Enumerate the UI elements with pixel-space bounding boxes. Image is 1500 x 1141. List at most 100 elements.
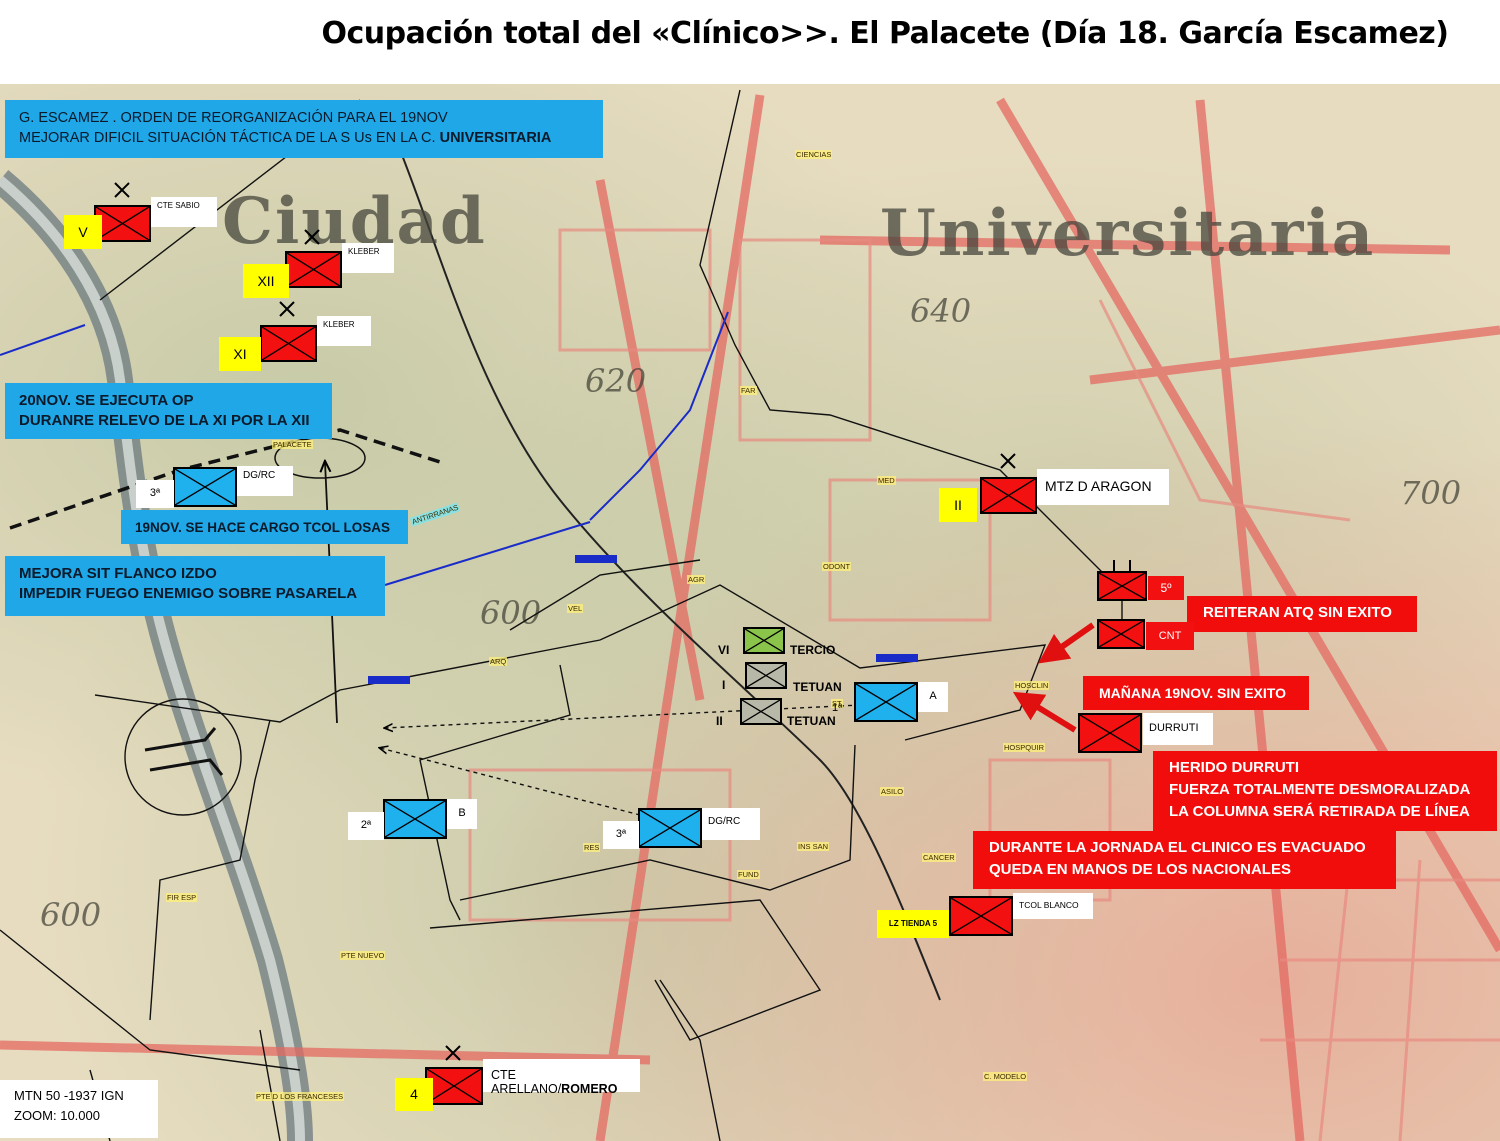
note-line: 20NOV. SE EJECUTA OP	[19, 392, 194, 409]
cross-icon	[96, 207, 149, 240]
unit-a-number: 1ª	[832, 702, 843, 714]
unit-b-number: 2ª	[348, 812, 384, 840]
cross-icon	[951, 898, 1011, 934]
cross-icon	[742, 700, 780, 723]
unit-b-label: B	[447, 799, 477, 829]
note-flanco: MEJORA SIT FLANCO IZDO IMPEDIR FUEGO ENE…	[5, 556, 385, 616]
unit-cte-arellano-label: CTE ARELLANO/ROMERO	[483, 1059, 640, 1096]
unit-kleber-xi-symbol	[260, 325, 317, 362]
note-line: G. ESCAMEZ . ORDEN DE REORGANIZACIÓN PAR…	[19, 110, 448, 126]
unit-dgrc-bottom-number: 3ª	[603, 821, 639, 849]
unit-mtz-aragon-symbol	[980, 477, 1037, 514]
unit-dgrc-top-label: DG/RC	[237, 466, 293, 496]
unit-mtz-aragon-label: MTZ D ARAGON	[1037, 469, 1169, 505]
map-label-odont: ODONT	[822, 562, 852, 571]
unit-tetuan-ii-number: II	[716, 714, 723, 728]
cross-icon	[982, 479, 1035, 512]
map-label-far: FAR	[740, 386, 757, 395]
unit-kleber-xii-number: XII	[243, 264, 289, 298]
map-label-fir-esp: FIR ESP	[166, 893, 198, 902]
map-source-footer: MTN 50 -1937 IGN ZOOM: 10.000	[0, 1080, 158, 1138]
map-label-asilo: ASILO	[880, 787, 905, 796]
unit-kleber-xii-label: KLEBER	[342, 243, 394, 273]
unit-label-bold: ROMERO	[561, 1082, 618, 1096]
note-line: IMPEDIR FUEGO ENEMIGO SOBRE PASARELA	[19, 585, 358, 602]
map-label-hosclin: HOSCLIN	[1014, 681, 1050, 690]
unit-5-symbol	[1097, 571, 1147, 601]
cross-icon	[1080, 715, 1140, 751]
unit-durruti-label: DURRUTI	[1143, 713, 1213, 745]
unit-tetuan-i-symbol	[745, 662, 787, 689]
cross-icon	[385, 801, 445, 837]
unit-tcol-blanco-number: LZ TIENDA 5	[877, 910, 949, 938]
cross-icon	[1099, 573, 1145, 599]
note-reorganization-order: G. ESCAMEZ . ORDEN DE REORGANIZACIÓN PAR…	[5, 100, 603, 158]
map-label-ciencias: CIENCIAS	[795, 150, 833, 159]
note-op-execution: 20NOV. SE EJECUTA OP DURANRE RELEVO DE L…	[5, 383, 332, 439]
unit-tetuan-i-label: TETUAN	[793, 680, 842, 694]
unit-cte-sabio-symbol	[94, 205, 151, 242]
map-label-ins-san: INS SAN	[797, 842, 830, 851]
map-label-med: MED	[877, 476, 896, 485]
unit-b-symbol	[383, 799, 447, 839]
footer-source: MTN 50 -1937 IGN	[14, 1088, 124, 1103]
unit-a-label: A	[918, 682, 948, 712]
unit-dgrc-top-number: 3ª	[136, 480, 174, 508]
note-line: QUEDA EN MANOS DE LOS NACIONALES	[989, 861, 1291, 878]
unit-mtz-aragon-number: II	[939, 488, 977, 522]
unit-cte-arellano-symbol	[425, 1067, 483, 1105]
unit-tcol-blanco-label: TCOL BLANCO	[1013, 893, 1093, 919]
cross-icon	[745, 629, 783, 652]
note-line: HERIDO DURRUTI	[1169, 759, 1299, 776]
map-label-res: RES	[583, 843, 601, 852]
note-line: MEJORA SIT FLANCO IZDO	[19, 565, 217, 582]
pasarela-marker	[876, 654, 918, 662]
unit-kleber-xi-number: XI	[219, 337, 261, 371]
unit-dgrc-bottom-label: DG/RC	[702, 808, 760, 840]
map-label-pte-nuevo: PTE NUEVO	[340, 951, 386, 960]
cross-icon	[1099, 621, 1143, 647]
map-label-arq: ARQ	[489, 657, 508, 666]
cross-icon	[175, 469, 235, 505]
unit-cnt-label: CNT	[1146, 622, 1194, 650]
note-line: DURANTE LA JORNADA EL CLINICO ES EVACUAD…	[989, 839, 1366, 856]
cross-icon	[856, 684, 916, 720]
unit-durruti-symbol	[1078, 713, 1142, 753]
note-line: MEJORAR DIFICIL SITUACIÓN TÁCTICA DE LA …	[19, 128, 589, 148]
note-line-part: MEJORAR DIFICIL SITUACIÓN TÁCTICA DE LA …	[19, 130, 440, 146]
unit-tetuan-ii-label: TETUAN	[787, 714, 836, 728]
unit-cte-sabio-label: CTE SABIO	[151, 197, 217, 227]
note-reiteran: REITERAN ATQ SIN EXITO	[1187, 596, 1417, 632]
cross-icon	[287, 253, 340, 286]
map-label-c-modelo: C. MODELO	[983, 1072, 1028, 1081]
map-label-pte-franceses: PTE D LOS FRANCESES	[255, 1092, 345, 1101]
unit-a-symbol	[854, 682, 918, 722]
note-line-bold: UNIVERSITARIA	[439, 130, 552, 146]
unit-label-part: CTE ARELLANO/	[491, 1068, 562, 1096]
note-line: DURANRE RELEVO DE LA XI POR LA XII	[19, 412, 310, 429]
unit-cte-sabio-number: V	[64, 215, 102, 249]
map-label-fund: FUND	[737, 870, 760, 879]
note-losas: 19NOV. SE HACE CARGO TCOL LOSAS	[121, 510, 408, 544]
map-label-palacete: PALACETE	[272, 440, 313, 449]
cross-icon	[640, 810, 700, 846]
note-herido-durruti: HERIDO DURRUTI FUERZA TOTALMENTE DESMORA…	[1153, 751, 1497, 831]
map-label-agr: AGR	[687, 575, 706, 584]
unit-tercio-label: TERCIO	[790, 643, 836, 657]
map-label-hospquir: HOSPQUIR	[1003, 743, 1046, 752]
unit-tercio-number: VI	[718, 643, 730, 657]
note-line: FUERZA TOTALMENTE DESMORALIZADA	[1169, 781, 1471, 798]
unit-cnt-symbol	[1097, 619, 1145, 649]
cross-icon	[747, 664, 785, 687]
unit-kleber-xii-symbol	[285, 251, 342, 288]
cross-icon	[427, 1069, 481, 1103]
note-line: LA COLUMNA SERÁ RETIRADA DE LÍNEA	[1169, 803, 1470, 820]
map-label-cancer: CANCER	[922, 853, 956, 862]
unit-tetuan-ii-symbol	[740, 698, 782, 725]
unit-5-label: 5º	[1148, 576, 1184, 600]
unit-dgrc-top-symbol	[173, 467, 237, 507]
note-manana: MAÑANA 19NOV. SIN EXITO	[1083, 676, 1309, 710]
unit-dgrc-bottom-symbol	[638, 808, 702, 848]
cross-icon	[262, 327, 315, 360]
map-label-vel: VEL	[567, 604, 584, 613]
